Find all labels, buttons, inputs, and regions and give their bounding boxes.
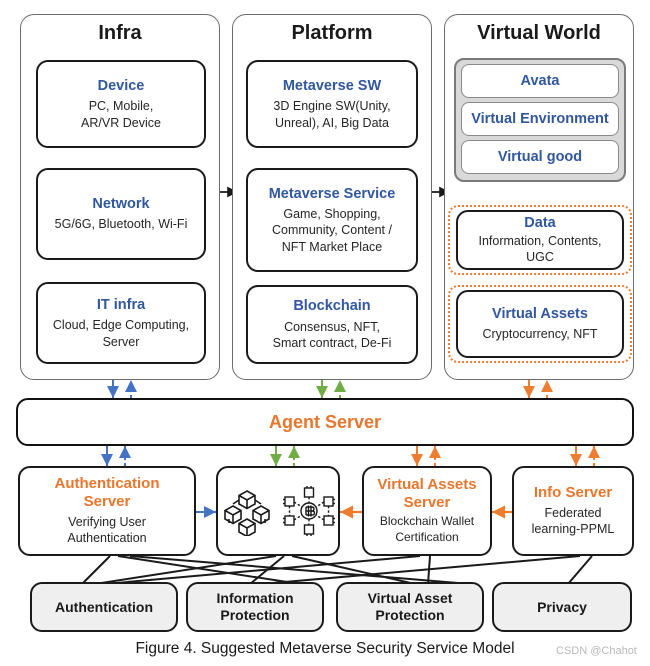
box-network-desc: 5G/6G, Bluetooth, Wi-Fi <box>54 217 188 232</box>
service-authentication-server-desc: Verifying User Authentication <box>67 514 147 546</box>
domain-privacy[interactable]: Privacy <box>492 582 632 632</box>
service-info-server-desc: Federated learning-PPML <box>531 505 615 537</box>
vw-item-virtual-good[interactable]: Virtual good <box>461 140 619 174</box>
domain-authentication-label: Authentication <box>55 598 153 615</box>
column-infra-title: Infra <box>98 22 142 44</box>
service-virtual-assets-server[interactable]: Virtual Assets Server Blockchain Wallet … <box>362 466 492 556</box>
box-network[interactable]: Network 5G/6G, Bluetooth, Wi-Fi <box>36 168 206 260</box>
vw-item-avata-label: Avata <box>520 72 560 89</box>
column-virtual-world-title: Virtual World <box>477 22 601 44</box>
box-data-title: Data <box>524 215 556 232</box>
vw-item-virtual-good-label: Virtual good <box>497 148 583 165</box>
box-it-infra-desc: Cloud, Edge Computing, Server <box>52 318 190 349</box>
service-authentication-server[interactable]: Authentication Server Verifying User Aut… <box>18 466 196 556</box>
service-authentication-server-title: Authentication Server <box>54 475 160 510</box>
box-device[interactable]: Device PC, Mobile, AR/VR Device <box>36 60 206 148</box>
vw-item-virtual-environment-label: Virtual Environment <box>471 110 609 127</box>
box-it-infra-title: IT infra <box>96 296 146 313</box>
box-data-desc: Information, Contents, UGC <box>478 233 602 265</box>
block-cubes-icon <box>224 490 270 536</box>
service-virtual-assets-server-desc: Blockchain Wallet Certification <box>379 514 475 545</box>
domain-information-protection-label: Information Protection <box>216 590 294 623</box>
agent-server-bar[interactable]: Agent Server <box>16 398 634 446</box>
box-blockchain-title: Blockchain <box>293 298 371 315</box>
domain-privacy-label: Privacy <box>537 598 587 615</box>
vw-item-virtual-environment[interactable]: Virtual Environment <box>461 102 619 136</box>
watermark: CSDN @Chahot <box>556 645 637 657</box>
domain-authentication[interactable]: Authentication <box>30 582 178 632</box>
service-info-server-title: Info Server <box>533 484 613 502</box>
box-virtual-assets[interactable]: Virtual Assets Cryptocurrency, NFT <box>456 290 624 358</box>
service-blockchain-icons[interactable] <box>216 466 340 556</box>
agent-to-services-arrows <box>101 446 600 466</box>
box-device-desc: PC, Mobile, AR/VR Device <box>81 99 161 130</box>
box-metaverse-sw[interactable]: Metaverse SW 3D Engine SW(Unity, Unreal)… <box>246 60 418 148</box>
vw-item-avata[interactable]: Avata <box>461 64 619 98</box>
service-to-domain-links <box>81 555 593 585</box>
box-blockchain-desc: Consensus, NFT, Smart contract, De-Fi <box>272 319 392 351</box>
box-metaverse-service-desc: Game, Shopping, Community, Content / NFT… <box>272 206 392 254</box>
diagram-canvas: Infra Device PC, Mobile, AR/VR Device Ne… <box>0 0 650 666</box>
column-platform-title: Platform <box>291 22 373 44</box>
agent-server-label: Agent Server <box>268 411 382 432</box>
domain-information-protection[interactable]: Information Protection <box>186 582 324 632</box>
box-data[interactable]: Data Information, Contents, UGC <box>456 210 624 270</box>
box-metaverse-service[interactable]: Metaverse Service Game, Shopping, Commun… <box>246 168 418 272</box>
box-metaverse-service-title: Metaverse Service <box>268 185 396 202</box>
box-metaverse-sw-title: Metaverse SW <box>282 77 382 94</box>
columns-to-agent-arrows <box>107 380 553 398</box>
figure-caption: Figure 4. Suggested Metaverse Security S… <box>135 640 515 657</box>
domain-virtual-asset-protection[interactable]: Virtual Asset Protection <box>336 582 484 632</box>
box-device-title: Device <box>97 77 145 94</box>
box-it-infra[interactable]: IT infra Cloud, Edge Computing, Server <box>36 282 206 364</box>
service-info-server[interactable]: Info Server Federated learning-PPML <box>512 466 634 556</box>
domain-virtual-asset-protection-label: Virtual Asset Protection <box>367 590 453 623</box>
box-network-title: Network <box>92 196 150 213</box>
box-virtual-assets-title: Virtual Assets <box>492 306 588 323</box>
bitcoin-network-icon <box>283 486 335 536</box>
service-virtual-assets-server-title: Virtual Assets Server <box>377 475 477 511</box>
box-blockchain[interactable]: Blockchain Consensus, NFT, Smart contrac… <box>246 285 418 364</box>
box-metaverse-sw-desc: 3D Engine SW(Unity, Unreal), AI, Big Dat… <box>273 99 391 130</box>
box-virtual-assets-desc: Cryptocurrency, NFT <box>482 327 598 342</box>
